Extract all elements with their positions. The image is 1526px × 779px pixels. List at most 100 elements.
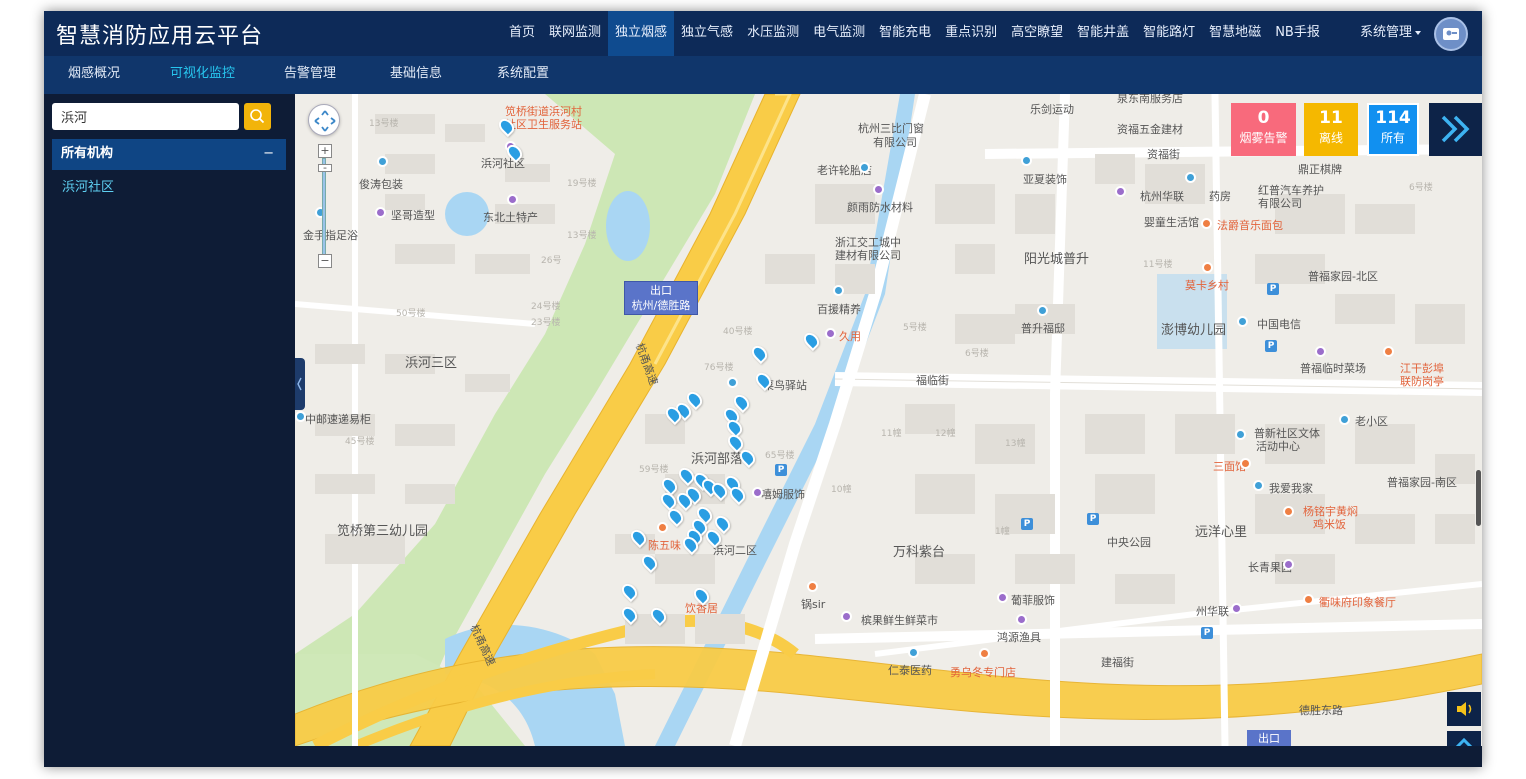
exit-sign-line2: 杭州/德胜路 bbox=[631, 299, 691, 312]
poi-icon bbox=[727, 377, 738, 388]
collapse-icon[interactable]: − bbox=[263, 139, 274, 169]
sidebar-toggle-handle[interactable] bbox=[295, 358, 305, 410]
subnav-system-config[interactable]: 系统配置 bbox=[497, 56, 549, 94]
main-nav: 首页 联网监测 独立烟感 独立气感 水压监测 电气监测 智能充电 重点识别 高空… bbox=[502, 11, 1327, 56]
map-label: 莫卡乡村 bbox=[1185, 279, 1229, 292]
back-to-top-button[interactable] bbox=[1447, 731, 1481, 746]
offline-counter[interactable]: 11 离线 bbox=[1304, 103, 1358, 156]
map-label: 嘻姆服饰 bbox=[761, 488, 805, 501]
double-chevron-right-icon bbox=[1441, 115, 1470, 143]
poi-icon bbox=[1240, 458, 1251, 469]
map-label: 老小区 bbox=[1355, 415, 1388, 428]
user-avatar[interactable] bbox=[1434, 17, 1468, 51]
subnav-overview[interactable]: 烟感概况 bbox=[68, 56, 120, 94]
map-label: 澎博幼儿园 bbox=[1161, 323, 1227, 338]
zoom-slider[interactable]: + - − bbox=[318, 144, 332, 269]
map-label: 久用 bbox=[839, 330, 861, 343]
sound-toggle-button[interactable] bbox=[1447, 692, 1481, 726]
system-menu[interactable]: 系统管理 bbox=[1360, 11, 1422, 56]
highway-exit-sign: 出口 杭州/德胜路 bbox=[624, 281, 698, 315]
map-view[interactable]: 笕桥街道浜河村 社区卫生服务站 浜河社区 俊涛包装 坚哥造型 东北土特产 金手指… bbox=[295, 94, 1482, 746]
zoom-out-button[interactable]: − bbox=[318, 254, 332, 268]
map-label: 衢味府印象餐厅 bbox=[1319, 596, 1396, 609]
parking-icon: P bbox=[1201, 627, 1213, 639]
subnav-basic-info[interactable]: 基础信息 bbox=[390, 56, 442, 94]
nav-geomagnetic[interactable]: 智慧地磁 bbox=[1202, 11, 1268, 56]
poi-icon bbox=[1283, 559, 1294, 570]
nav-home[interactable]: 首页 bbox=[502, 11, 542, 56]
org-tree-header[interactable]: 所有机构 − bbox=[52, 139, 286, 170]
smoke-alarm-counter[interactable]: 0 烟雾告警 bbox=[1231, 103, 1296, 156]
map-label: 建福街 bbox=[1101, 656, 1134, 669]
subnav-visual-monitor[interactable]: 可视化监控 bbox=[170, 56, 235, 94]
all-devices-count: 114 bbox=[1375, 108, 1411, 128]
app-title: 智慧消防应用云平台 bbox=[56, 24, 264, 49]
nav-water-pressure[interactable]: 水压监测 bbox=[740, 11, 806, 56]
nav-streetlight[interactable]: 智能路灯 bbox=[1136, 11, 1202, 56]
all-devices-counter[interactable]: 114 所有 bbox=[1367, 103, 1419, 156]
double-chevron-up-icon bbox=[1455, 737, 1473, 746]
map-label: 普福家园-南区 bbox=[1387, 476, 1457, 489]
map-pan-control[interactable] bbox=[308, 104, 340, 136]
nav-electrical[interactable]: 电气监测 bbox=[806, 11, 872, 56]
map-label: 鸿源渔具 bbox=[997, 631, 1041, 644]
poi-icon bbox=[377, 156, 388, 167]
map-label: 杭州华联 bbox=[1140, 190, 1184, 203]
map-label: 中央公园 bbox=[1107, 536, 1151, 549]
search-input[interactable] bbox=[52, 103, 239, 130]
expand-panel-button[interactable] bbox=[1429, 103, 1482, 156]
org-tree-header-label: 所有机构 bbox=[61, 146, 114, 161]
map-label: 资福街 bbox=[1147, 148, 1180, 161]
nav-network-monitor[interactable]: 联网监测 bbox=[542, 11, 608, 56]
subnav-alarm-manage[interactable]: 告警管理 bbox=[284, 56, 336, 94]
nav-smoke-sensor[interactable]: 独立烟感 bbox=[608, 11, 675, 56]
map-label: 有限公司 bbox=[1258, 197, 1302, 210]
map-label: 槟果鲜生鲜菜市 bbox=[861, 614, 938, 627]
search-icon bbox=[250, 109, 265, 124]
nav-high-watch[interactable]: 高空瞭望 bbox=[1004, 11, 1070, 56]
poi-icon bbox=[1383, 346, 1394, 357]
map-label: 陈五味 bbox=[648, 539, 681, 552]
map-label: 百援精养 bbox=[817, 303, 861, 316]
parking-icon: P bbox=[1265, 340, 1277, 352]
poi-icon bbox=[1235, 429, 1246, 440]
poi-icon bbox=[1339, 414, 1350, 425]
poi-icon bbox=[657, 522, 668, 533]
map-label: 金手指足浴 bbox=[303, 229, 358, 242]
map-label: 阳光城普升 bbox=[1024, 252, 1090, 267]
poi-icon bbox=[295, 411, 306, 422]
nav-smart-charging[interactable]: 智能充电 bbox=[872, 11, 938, 56]
poi-icon bbox=[825, 328, 836, 339]
map-label: 浜河三区 bbox=[405, 356, 458, 371]
smoke-alarm-label: 烟雾告警 bbox=[1239, 131, 1288, 145]
map-label: 普升福邸 bbox=[1021, 322, 1065, 335]
map-label: 远洋心里 bbox=[1195, 525, 1248, 540]
poi-icon bbox=[873, 184, 884, 195]
nav-manhole[interactable]: 智能井盖 bbox=[1070, 11, 1136, 56]
map-label: 鸡米饭 bbox=[1313, 518, 1346, 531]
zoom-in-button[interactable]: + bbox=[318, 144, 332, 158]
map-label: 东北土特产 bbox=[483, 211, 538, 224]
org-item-binhe[interactable]: 浜河社区 bbox=[62, 176, 114, 195]
speaker-icon bbox=[1457, 702, 1472, 716]
all-devices-label: 所有 bbox=[1380, 131, 1405, 145]
map-label: 有限公司 bbox=[873, 136, 917, 149]
map-label: 普福家园-北区 bbox=[1308, 270, 1378, 283]
nav-key-recognition[interactable]: 重点识别 bbox=[938, 11, 1004, 56]
map-label: 俊涛包装 bbox=[359, 178, 403, 191]
sidebar: 所有机构 − 浜河社区 bbox=[44, 94, 295, 767]
map-scroll-indicator[interactable] bbox=[1476, 470, 1481, 526]
nav-nb-alarm[interactable]: NB手报 bbox=[1268, 11, 1327, 56]
poi-icon bbox=[1303, 594, 1314, 605]
zoom-handle[interactable]: - bbox=[318, 162, 332, 173]
map-label: 中国电信 bbox=[1257, 318, 1301, 331]
nav-gas-sensor[interactable]: 独立气感 bbox=[674, 11, 740, 56]
poi-icon bbox=[752, 487, 763, 498]
poi-icon bbox=[841, 611, 852, 622]
poi-icon bbox=[807, 581, 818, 592]
map-label: 我爱我家 bbox=[1269, 482, 1313, 495]
search-button[interactable] bbox=[244, 103, 271, 130]
map-label: 万科紫台 bbox=[893, 545, 946, 560]
poi-icon bbox=[979, 648, 990, 659]
map-label: 坚哥造型 bbox=[391, 209, 435, 222]
